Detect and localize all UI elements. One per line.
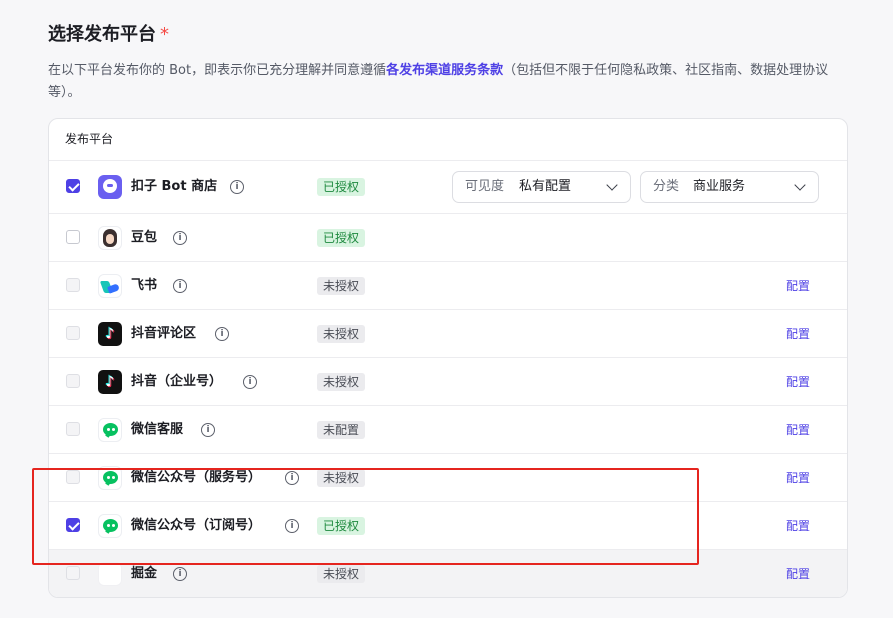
- visibility-value: 私有配置: [519, 179, 572, 194]
- configure-link[interactable]: 配置: [786, 325, 810, 343]
- required-mark: *: [160, 24, 169, 45]
- platform-checkbox[interactable]: [66, 565, 80, 580]
- wechat-logo-icon: [98, 417, 122, 442]
- platform-row-douyin-comments: ♪ 抖音评论区 i 未授权 配置: [49, 310, 847, 358]
- status-badge: 已授权: [317, 228, 366, 247]
- page-title-text: 选择发布平台: [48, 24, 156, 45]
- feishu-logo-icon: [98, 273, 122, 298]
- info-icon[interactable]: i: [230, 180, 244, 194]
- status-badge: 未授权: [317, 276, 366, 295]
- platform-checkbox[interactable]: [66, 277, 80, 292]
- chevron-down-icon: [606, 179, 618, 191]
- douyin-logo-icon: ♪: [98, 369, 122, 394]
- description-text: 在以下平台发布你的 Bot，即表示你已充分理解并同意遵循: [48, 63, 387, 78]
- highlight-box: [32, 468, 699, 565]
- info-icon[interactable]: i: [173, 230, 187, 245]
- platform-name: 微信客服: [131, 421, 184, 437]
- platform-checkbox[interactable]: [66, 179, 80, 193]
- douyin-note-glyph: ♪: [105, 373, 115, 390]
- platform-name: 抖音评论区: [131, 325, 197, 341]
- douyin-logo-icon: ♪: [98, 321, 122, 346]
- visibility-label: 可见度: [465, 179, 505, 194]
- platform-name: 飞书: [131, 277, 158, 293]
- status-badge: 未配置: [317, 420, 366, 439]
- platform-row-doubao: 豆包 i 已授权: [49, 214, 847, 262]
- configure-link[interactable]: 配置: [786, 517, 810, 535]
- category-select[interactable]: 分类 商业服务: [640, 171, 819, 203]
- info-icon[interactable]: i: [173, 566, 187, 581]
- status-badge: 未授权: [317, 564, 366, 583]
- doubao-logo-icon: [98, 225, 122, 250]
- platform-row-feishu: 飞书 i 未授权 配置: [49, 262, 847, 310]
- douyin-note-glyph: ♪: [105, 325, 115, 342]
- configure-link[interactable]: 配置: [786, 373, 810, 391]
- publish-description: 在以下平台发布你的 Bot，即表示你已充分理解并同意遵循各发布渠道服务条款（包括…: [48, 60, 848, 104]
- platform-row-douyin-enterprise: ♪ 抖音（企业号） i 未授权 配置: [49, 358, 847, 406]
- configure-link[interactable]: 配置: [786, 277, 810, 295]
- terms-link[interactable]: 各发布渠道服务条款: [386, 63, 503, 78]
- table-header: 发布平台: [49, 119, 847, 161]
- platform-name: 掘金: [131, 565, 158, 581]
- kouzi-logo-icon: [98, 175, 122, 199]
- info-icon[interactable]: i: [201, 422, 215, 437]
- platform-checkbox[interactable]: [66, 229, 80, 244]
- status-badge: 未授权: [317, 372, 366, 391]
- status-badge: 未授权: [317, 324, 366, 343]
- info-icon[interactable]: i: [215, 326, 229, 341]
- category-value: 商业服务: [693, 179, 746, 194]
- platform-row-kouzi: 扣子 Bot 商店 i 已授权 可见度 私有配置 分类 商业服务: [49, 161, 847, 214]
- info-icon[interactable]: i: [243, 374, 257, 389]
- chevron-down-icon: [794, 179, 806, 191]
- platform-row-wechat-service: 微信客服 i 未配置 配置: [49, 406, 847, 454]
- configure-link[interactable]: 配置: [786, 565, 810, 583]
- configure-link[interactable]: 配置: [786, 469, 810, 487]
- platform-checkbox[interactable]: [66, 421, 80, 436]
- category-label: 分类: [653, 179, 680, 194]
- configure-link[interactable]: 配置: [786, 421, 810, 439]
- platform-checkbox[interactable]: [66, 325, 80, 340]
- platform-name: 扣子 Bot 商店: [131, 179, 218, 194]
- platform-name: 抖音（企业号）: [131, 373, 223, 389]
- info-icon[interactable]: i: [173, 278, 187, 293]
- visibility-select[interactable]: 可见度 私有配置: [452, 171, 631, 203]
- platform-checkbox[interactable]: [66, 373, 80, 388]
- status-badge: 已授权: [317, 178, 366, 196]
- juejin-logo-icon: [98, 561, 122, 586]
- page-title: 选择发布平台 *: [48, 20, 169, 46]
- platform-name: 豆包: [131, 229, 158, 245]
